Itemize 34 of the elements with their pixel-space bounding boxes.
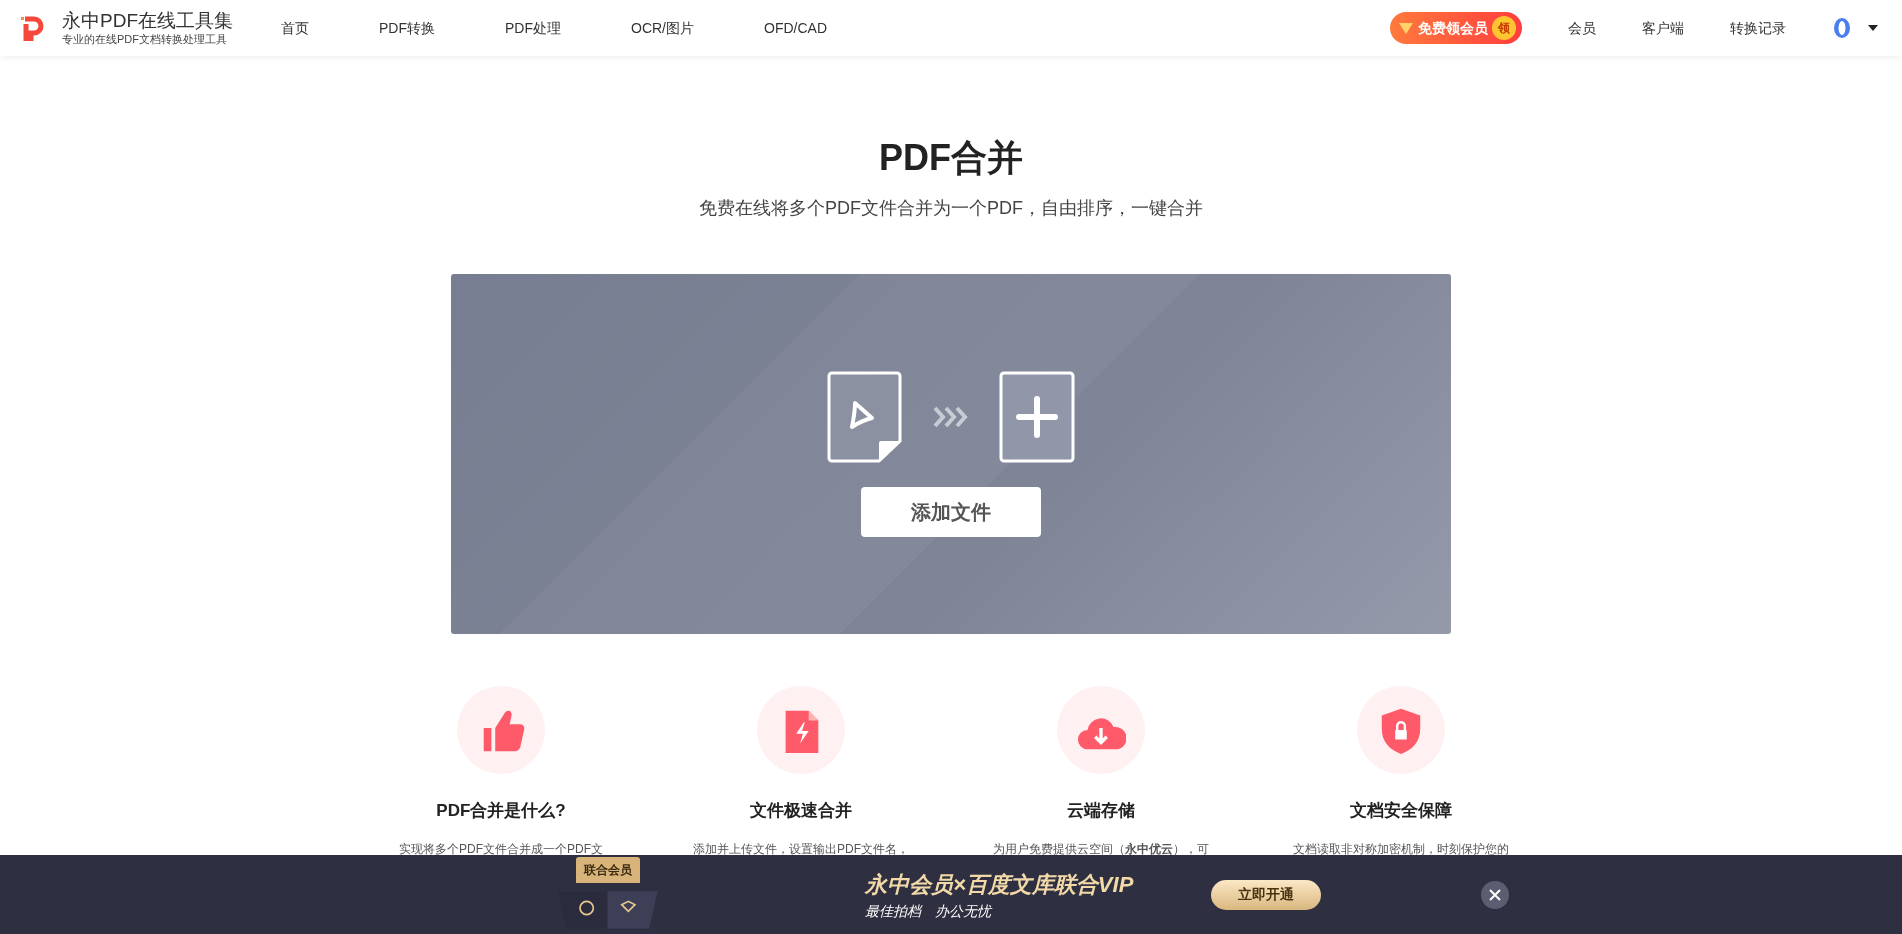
nav-link[interactable]: OFD/CAD [764,13,827,43]
pdf-file-icon [827,371,903,464]
site-tagline: 专业的在线PDF文档转换处理工具 [62,32,228,46]
feature-title: PDF合并是什么? [436,800,566,823]
close-icon[interactable] [1489,888,1502,901]
nav-link[interactable]: PDF转换 [379,13,435,43]
banner-title: 永中会员×百度文库联合VIP [865,870,1134,899]
feature-description: 文档读取非对称加密机制，时刻保护您的 [1293,840,1509,858]
feature-title: 云端存储 [1067,800,1135,823]
nav-link[interactable]: 会员 [1568,13,1596,43]
add-file-button[interactable]: 添加文件 [861,487,1041,538]
feature-description: 添加并上传文件，设置输出PDF文件名， [693,840,909,858]
caret-icon[interactable] [1868,25,1878,31]
banner-subtitle: 最佳拍档 办公无忧 [865,901,994,921]
nav-link[interactable]: OCR/图片 [631,13,694,43]
nav-link[interactable]: PDF处理 [505,13,561,43]
feature-title: 文档安全保障 [1350,800,1452,823]
logo-icon[interactable] [20,15,46,41]
close-button[interactable] [1481,880,1510,909]
nav-link[interactable]: 转换记录 [1730,13,1786,43]
nav-link[interactable]: 客户端 [1642,13,1684,43]
open-now-button[interactable]: 立即开通 [1211,879,1322,910]
page-subtitle: 免费在线将多个PDF文件合并为一个PDF，自由排序，一键合并 [699,197,1203,221]
nav-link[interactable]: 首页 [281,13,309,43]
plus-file-icon [999,371,1075,464]
site-title: 永中PDF在线工具集 [62,10,233,32]
avatar-icon[interactable] [1832,17,1852,39]
promo-tag: 领 [1492,16,1516,40]
feature-title: 文件极速合并 [750,800,852,823]
feature-description: 实现将多个PDF文件合并成一个PDF文 [399,840,603,858]
chevrons-icon [933,406,969,429]
box-label: 联合会员 [575,856,640,883]
feature-description: 为用户免费提供云空间（永中优云），可 [993,840,1209,858]
page-title: PDF合并 [879,136,1023,180]
